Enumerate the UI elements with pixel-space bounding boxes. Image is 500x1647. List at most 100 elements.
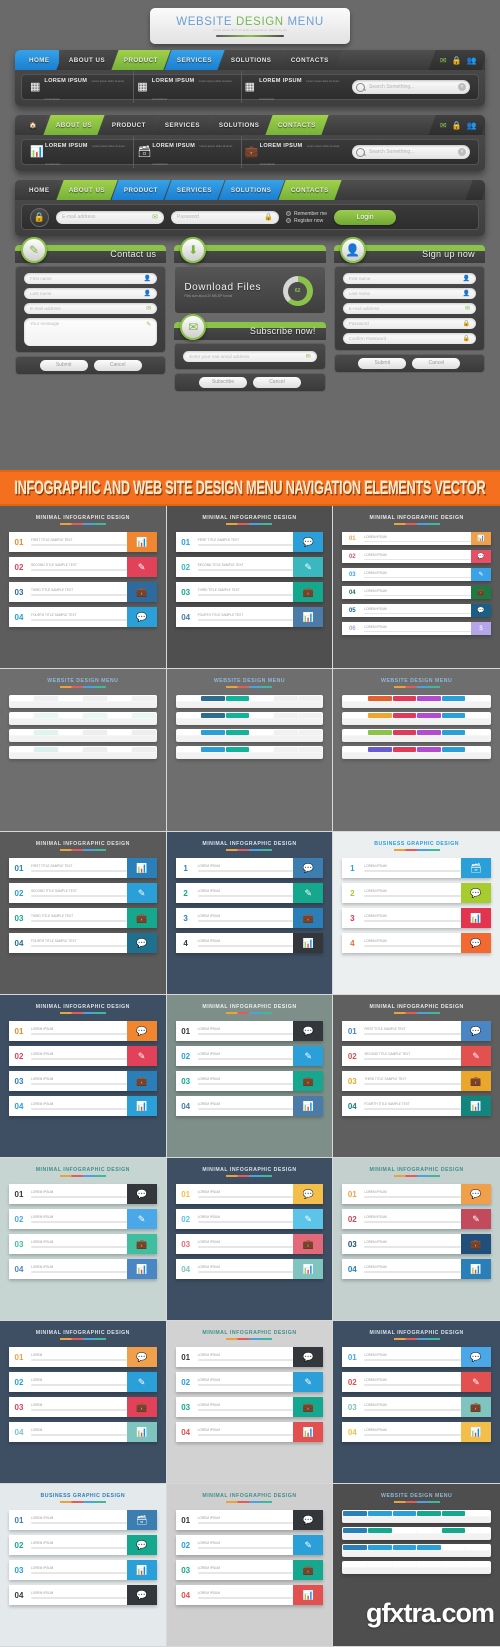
thumbnail-cell[interactable]: MINIMAL INFOGRAPHIC DESIGN01FIRST TITLE … [0, 506, 167, 669]
infographic-row[interactable]: 04LOREM IPSUM📊 [176, 1096, 324, 1116]
mail-icon[interactable]: ✉ [440, 121, 447, 130]
nav-item-product[interactable]: PRODUCT [99, 115, 158, 135]
menu-tab[interactable] [368, 1511, 392, 1516]
menu-tab[interactable] [132, 730, 155, 735]
menu-tab[interactable] [417, 1545, 441, 1550]
thumbnail-cell[interactable]: WEBSITE DESIGN MENU [0, 669, 167, 832]
infographic-row[interactable]: 01LOREM IPSUM💬 [176, 1021, 324, 1041]
menu-tab[interactable] [250, 696, 273, 701]
menu-tab[interactable] [34, 730, 57, 735]
infographic-row[interactable]: 04LOREM IPSUM📊 [342, 1422, 491, 1442]
menu-tab[interactable] [442, 730, 466, 735]
infographic-row[interactable]: 03THIRD TITLE SAMPLE TEXT💼 [9, 582, 157, 602]
menu-subitem[interactable] [226, 702, 274, 707]
menu-tab[interactable] [34, 696, 57, 701]
menu-tab[interactable] [10, 730, 33, 735]
menu-tab[interactable] [466, 730, 490, 735]
message-textarea[interactable]: Your message✎ [24, 318, 157, 346]
menu-tab[interactable] [59, 730, 82, 735]
feature-item[interactable]: 📊 LOREM IPSUM Lorem ipsum dolor sit amet… [30, 134, 131, 170]
infographic-row[interactable]: 4LOREM IPSUM💬 [342, 933, 491, 953]
menu-tab[interactable] [59, 696, 82, 701]
nav-item-home-icon[interactable]: 🏠 [15, 115, 46, 135]
menu-tab[interactable] [368, 1545, 392, 1550]
menu-tab[interactable] [299, 713, 322, 718]
cancel-button[interactable]: Cancel [253, 377, 301, 388]
menu-mockup[interactable] [342, 746, 491, 759]
menu-subitem[interactable] [274, 736, 322, 741]
infographic-row[interactable]: 04LOREM IPSUM💼 [342, 586, 491, 599]
menu-tab[interactable] [442, 747, 466, 752]
menu-subitem[interactable] [343, 1568, 391, 1573]
menu-subitem[interactable] [226, 736, 274, 741]
menu-subitem[interactable] [108, 719, 156, 724]
password-field[interactable]: Password🔒 [343, 318, 476, 329]
menu-subitem[interactable] [393, 702, 441, 707]
menu-subitem[interactable] [343, 719, 391, 724]
menu-subitem[interactable] [393, 1551, 441, 1556]
nav-item-product[interactable]: PRODUCT [111, 180, 170, 200]
menu-tab[interactable] [393, 713, 417, 718]
menu-subitem[interactable] [442, 719, 490, 724]
infographic-row[interactable]: 1LOREM IPSUM💬 [176, 858, 324, 878]
menu-tab[interactable] [466, 1562, 490, 1567]
menu-tab[interactable] [368, 1562, 392, 1567]
menu-tab[interactable] [108, 696, 131, 701]
menu-mockup[interactable] [342, 712, 491, 725]
menu-subitem[interactable] [442, 1551, 490, 1556]
menu-subitem[interactable] [10, 736, 58, 741]
infographic-row[interactable]: 01LOREM IPSUM💬 [9, 1184, 157, 1204]
menu-tab[interactable] [393, 730, 417, 735]
menu-tab[interactable] [177, 730, 200, 735]
confirm-password-field[interactable]: Confirm Password🔒 [343, 333, 476, 344]
feature-item[interactable]: ▦ LOREM IPSUM Lorem ipsum dolor sit amet… [137, 69, 238, 105]
menu-tab[interactable] [274, 747, 297, 752]
thumbnail-cell[interactable]: MINIMAL INFOGRAPHIC DESIGN01LOREM IPSUM💬… [167, 1158, 334, 1321]
menu-tab[interactable] [368, 696, 392, 701]
last-name-field[interactable]: Last name👤 [24, 288, 157, 299]
menu-subitem[interactable] [108, 736, 156, 741]
email-field[interactable]: E-mail address✉ [343, 303, 476, 314]
thumbnail-cell[interactable]: MINIMAL INFOGRAPHIC DESIGN01FIRST TITLE … [333, 995, 500, 1158]
infographic-row[interactable]: 4LOREM IPSUM📊 [176, 933, 324, 953]
infographic-row[interactable]: 03LOREM💼 [9, 1397, 157, 1417]
clear-icon[interactable]: × [458, 148, 466, 156]
menu-subitem[interactable] [177, 702, 225, 707]
nav-item-solutions[interactable]: SOLUTIONS [219, 180, 285, 200]
remember-me-option[interactable]: Remember me [286, 211, 327, 217]
thumbnail-cell[interactable]: MINIMAL INFOGRAPHIC DESIGN01LOREM IPSUM💬… [167, 1484, 334, 1647]
infographic-row[interactable]: 02LOREM IPSUM✎ [342, 1372, 491, 1392]
menu-tab[interactable] [393, 747, 417, 752]
menu-tab[interactable] [393, 1528, 417, 1533]
thumbnail-cell[interactable]: MINIMAL INFOGRAPHIC DESIGN01LOREM IPSUM📊… [333, 506, 500, 669]
menu-tab[interactable] [343, 1562, 367, 1567]
email-field[interactable]: E-mail address✉ [24, 303, 157, 314]
menu-tab[interactable] [299, 730, 322, 735]
infographic-row[interactable]: 04LOREM IPSUM📊 [176, 1422, 324, 1442]
menu-mockup[interactable] [176, 712, 324, 725]
infographic-row[interactable]: 04LOREM IPSUM📊 [176, 1259, 324, 1279]
infographic-row[interactable]: 04FOURTH TITLE SAMPLE TEXT📊 [176, 607, 324, 627]
menu-tab[interactable] [274, 696, 297, 701]
menu-subitem[interactable] [108, 753, 156, 758]
menu-tab[interactable] [201, 730, 224, 735]
menu-mockup[interactable] [342, 1527, 491, 1540]
infographic-row[interactable]: 03LOREM IPSUM💼 [176, 1234, 324, 1254]
subscribe-email-field[interactable]: Enter your real email address✉ [183, 351, 316, 362]
menu-tab[interactable] [299, 747, 322, 752]
thumbnail-cell[interactable]: MINIMAL INFOGRAPHIC DESIGN01FIRST TITLE … [167, 506, 334, 669]
infographic-row[interactable]: 01LOREM IPSUM💬 [176, 1510, 324, 1530]
nav-item-about-us[interactable]: ABOUT US [56, 50, 118, 70]
nav-item-product[interactable]: PRODUCT [111, 50, 170, 70]
infographic-row[interactable]: 03LOREM IPSUM💼 [176, 1071, 324, 1091]
menu-subitem[interactable] [177, 719, 225, 724]
menu-subitem[interactable] [343, 702, 391, 707]
menu-tab[interactable] [368, 747, 392, 752]
menu-mockup[interactable] [9, 712, 157, 725]
thumbnail-cell[interactable]: MINIMAL INFOGRAPHIC DESIGN01FIRST TITLE … [0, 832, 167, 995]
infographic-row[interactable]: 01LOREM IPSUM💬 [176, 1347, 324, 1367]
nav-item-home[interactable]: HOME [15, 180, 59, 200]
menu-tab[interactable] [343, 696, 367, 701]
menu-tab[interactable] [343, 747, 367, 752]
infographic-row[interactable]: 03LOREM IPSUM📊 [9, 1560, 157, 1580]
